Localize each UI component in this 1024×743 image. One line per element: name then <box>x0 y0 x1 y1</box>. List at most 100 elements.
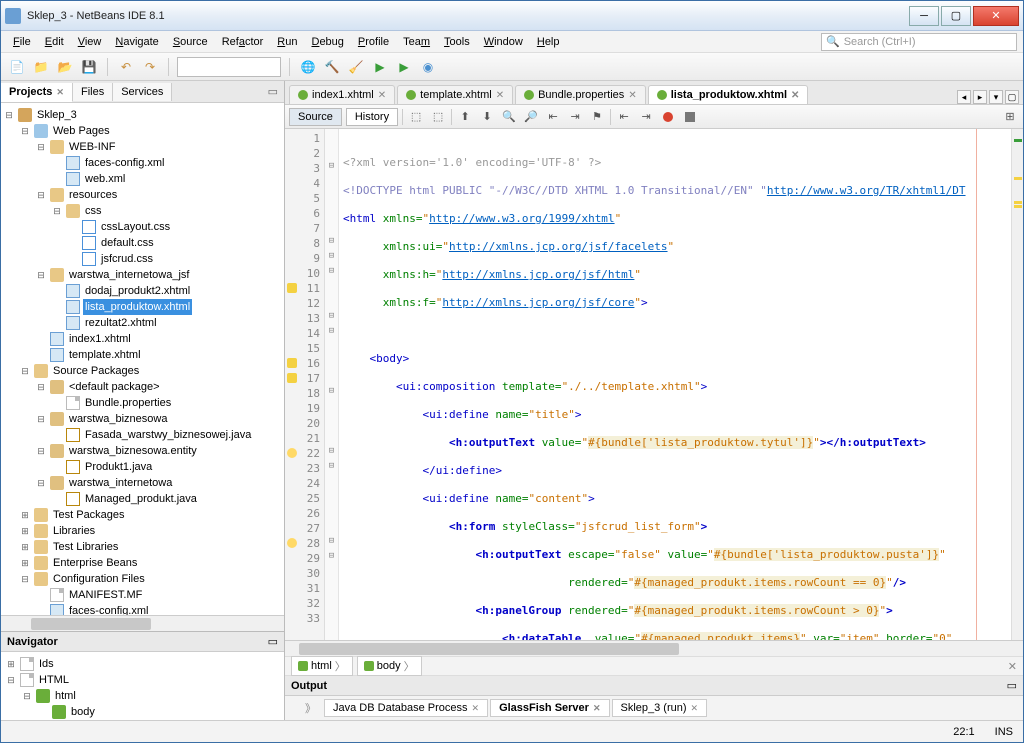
tree-produkt1[interactable]: Produkt1.java <box>83 459 154 475</box>
output-tab-sklep[interactable]: Sklep_3 (run)✕ <box>612 699 708 717</box>
output-tab-glassfish[interactable]: GlassFish Server✕ <box>490 699 609 717</box>
tree-managed[interactable]: Managed_produkt.java <box>83 491 199 507</box>
next-bookmark-button[interactable]: ⇥ <box>566 108 584 126</box>
tab-projects[interactable]: Projects✕ <box>1 83 73 102</box>
config-combo[interactable] <box>177 57 281 77</box>
nav-html-root[interactable]: HTML <box>37 672 71 688</box>
tree-resources[interactable]: resources <box>67 187 119 203</box>
project-tree[interactable]: ⊟Sklep_3 ⊟Web Pages ⊟WEB-INF faces-confi… <box>1 103 284 615</box>
minimize-output-icon[interactable]: ▭ <box>1007 679 1017 692</box>
toggle-highlight-button[interactable]: 🔎 <box>522 108 540 126</box>
save-all-button[interactable]: 💾 <box>79 57 99 77</box>
output-nav-icon[interactable]: 》 <box>305 700 316 716</box>
maximize-editor-button[interactable]: ▢ <box>1005 90 1019 104</box>
tab-files[interactable]: Files <box>73 83 113 101</box>
debug-button[interactable]: ▶ <box>394 57 414 77</box>
shift-right-button[interactable]: ⇥ <box>637 108 655 126</box>
menu-tools[interactable]: Tools <box>438 34 476 50</box>
tree-jsfcrud-css[interactable]: jsfcrud.css <box>99 251 155 267</box>
close-tab-icon[interactable]: ✕ <box>496 90 504 101</box>
tree-default-pkg[interactable]: <default package> <box>67 379 162 395</box>
run-button[interactable]: ▶ <box>370 57 390 77</box>
nav-back-button[interactable]: ⬚ <box>407 108 425 126</box>
tree-fasada[interactable]: Fasada_warstwy_biznesowej.java <box>83 427 253 443</box>
tree-ent-beans[interactable]: Enterprise Beans <box>51 555 139 571</box>
menu-view[interactable]: View <box>72 34 108 50</box>
tree-webpages[interactable]: Web Pages <box>51 123 112 139</box>
tree-index1[interactable]: index1.xhtml <box>67 331 133 347</box>
close-tab-icon[interactable]: ✕ <box>628 90 636 101</box>
browser-button[interactable]: 🌐 <box>298 57 318 77</box>
menu-team[interactable]: Team <box>397 34 436 50</box>
clean-build-button[interactable]: 🧹 <box>346 57 366 77</box>
menu-refactor[interactable]: Refactor <box>216 34 270 50</box>
next-tab-button[interactable]: ▸ <box>973 90 987 104</box>
tree-bundle[interactable]: Bundle.properties <box>83 395 173 411</box>
tree-warstwa-biz[interactable]: warstwa_biznesowa <box>67 411 169 427</box>
nav-html[interactable]: html <box>53 688 78 704</box>
shift-left-button[interactable]: ⇤ <box>615 108 633 126</box>
tree-test-pkg[interactable]: Test Packages <box>51 507 127 523</box>
tab-bundle[interactable]: Bundle.properties✕ <box>515 85 646 104</box>
tree-config-files[interactable]: Configuration Files <box>51 571 147 587</box>
menu-navigate[interactable]: Navigate <box>109 34 164 50</box>
tree-template[interactable]: template.xhtml <box>67 347 143 363</box>
menu-profile[interactable]: Profile <box>352 34 395 50</box>
open-button[interactable]: 📂 <box>55 57 75 77</box>
build-button[interactable]: 🔨 <box>322 57 342 77</box>
new-file-button[interactable]: 📄 <box>7 57 27 77</box>
toggle-bookmark-button[interactable]: ⚑ <box>588 108 606 126</box>
tree-lista-selected[interactable]: lista_produktow.xhtml <box>83 299 192 315</box>
tab-lista[interactable]: lista_produktow.xhtml✕ <box>648 85 809 104</box>
fold-column[interactable]: ⊟⊟⊟⊟⊟⊟⊟⊟⊟⊟⊟ <box>325 129 339 640</box>
tree-test-libs[interactable]: Test Libraries <box>51 539 120 555</box>
menu-run[interactable]: Run <box>271 34 303 50</box>
new-project-button[interactable]: 📁 <box>31 57 51 77</box>
find-next-button[interactable]: ⬇ <box>478 108 496 126</box>
tree-webinf[interactable]: WEB-INF <box>67 139 117 155</box>
close-tab-icon[interactable]: ✕ <box>472 703 480 714</box>
tree-css[interactable]: css <box>83 203 104 219</box>
menu-debug[interactable]: Debug <box>305 34 349 50</box>
code-editor[interactable]: <?xml version='1.0' encoding='UTF-8' ?> … <box>339 129 1011 640</box>
search-input[interactable]: 🔍 Search (Ctrl+I) <box>821 33 1017 51</box>
maximize-button[interactable]: ▢ <box>941 6 971 26</box>
nav-ids[interactable]: Ids <box>37 656 56 672</box>
source-mode-button[interactable]: Source <box>289 108 342 126</box>
menu-edit[interactable]: Edit <box>39 34 70 50</box>
minimize-pane-icon[interactable]: ▭ <box>262 85 284 98</box>
navigator-tree[interactable]: ⊞Ids ⊟HTML ⊟html body <box>1 652 284 720</box>
tree-csslayout[interactable]: cssLayout.css <box>99 219 172 235</box>
nav-fwd-button[interactable]: ⬚ <box>429 108 447 126</box>
tab-index1[interactable]: index1.xhtml✕ <box>289 85 395 104</box>
find-prev-button[interactable]: ⬆ <box>456 108 474 126</box>
tree-rezultat[interactable]: rezultat2.xhtml <box>83 315 159 331</box>
tree-warstwa-ent[interactable]: warstwa_biznesowa.entity <box>67 443 199 459</box>
prev-tab-button[interactable]: ◂ <box>957 90 971 104</box>
find-selection-button[interactable]: 🔍 <box>500 108 518 126</box>
menu-file[interactable]: File <box>7 34 37 50</box>
prev-bookmark-button[interactable]: ⇤ <box>544 108 562 126</box>
breadcrumb-close-icon[interactable]: ✕ <box>1008 660 1017 673</box>
tree-faces-config[interactable]: faces-config.xml <box>83 155 166 171</box>
close-tab-icon[interactable]: ✕ <box>56 87 64 97</box>
tree-default-css[interactable]: default.css <box>99 235 156 251</box>
tree-root[interactable]: Sklep_3 <box>35 107 79 123</box>
tree-libs[interactable]: Libraries <box>51 523 97 539</box>
tree-warstwa-jsf[interactable]: warstwa_internetowa_jsf <box>67 267 191 283</box>
close-tab-icon[interactable]: ✕ <box>791 90 799 101</box>
menu-source[interactable]: Source <box>167 34 214 50</box>
tree-source-pkg[interactable]: Source Packages <box>51 363 141 379</box>
line-gutter[interactable]: 1234567891011121314151617181920212223242… <box>285 129 325 640</box>
history-mode-button[interactable]: History <box>346 108 398 126</box>
close-tab-icon[interactable]: ✕ <box>378 90 386 101</box>
tab-template[interactable]: template.xhtml✕ <box>397 85 513 104</box>
output-tab-javadb[interactable]: Java DB Database Process✕ <box>324 699 488 717</box>
breadcrumb-html[interactable]: html〉 <box>291 656 353 676</box>
tree-faces-config2[interactable]: faces-config.xml <box>67 603 150 615</box>
tree-web-xml[interactable]: web.xml <box>83 171 127 187</box>
menu-help[interactable]: Help <box>531 34 566 50</box>
macro-start-button[interactable] <box>659 108 677 126</box>
minimize-button[interactable]: ─ <box>909 6 939 26</box>
overview-ruler[interactable] <box>1011 129 1023 640</box>
